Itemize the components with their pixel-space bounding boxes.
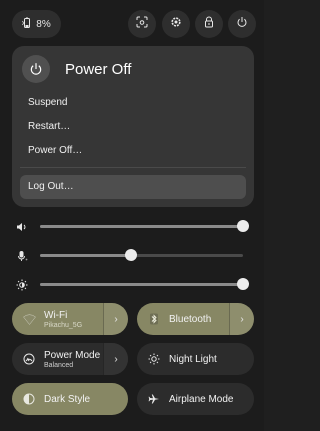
power-mode-menu-button[interactable]: › bbox=[103, 343, 128, 375]
battery-indicator[interactable]: 8% bbox=[12, 10, 61, 38]
bluetooth-toggle-main[interactable]: Bluetooth bbox=[137, 303, 229, 335]
dark-style-toggle-main[interactable]: Dark Style bbox=[12, 383, 128, 415]
settings-icon bbox=[170, 15, 182, 33]
power-mode-toggle-main[interactable]: Power Mode Balanced bbox=[12, 343, 103, 375]
power-mode-toggle[interactable]: Power Mode Balanced › bbox=[12, 343, 128, 375]
menu-item-restart[interactable]: Restart… bbox=[28, 121, 70, 132]
microphone-slider[interactable] bbox=[40, 249, 243, 261]
power-off-menu: Power Off Suspend Restart… Power Off… Lo… bbox=[12, 46, 254, 207]
bluetooth-icon bbox=[147, 312, 161, 326]
night-light-icon bbox=[147, 352, 161, 366]
airplane-mode-label: Airplane Mode bbox=[169, 393, 234, 405]
chevron-right-icon: › bbox=[114, 313, 118, 325]
wifi-toggle-main[interactable]: Wi-Fi Pikachu_5G bbox=[12, 303, 103, 335]
brightness-slider[interactable] bbox=[40, 278, 249, 290]
settings-button[interactable] bbox=[162, 10, 190, 38]
dark-style-label: Dark Style bbox=[44, 393, 91, 405]
wifi-label: Wi-Fi bbox=[44, 309, 68, 321]
menu-separator bbox=[20, 167, 246, 168]
airplane-mode-toggle-main[interactable]: Airplane Mode bbox=[137, 383, 254, 415]
power-mode-icon bbox=[22, 352, 36, 366]
wifi-network-name: Pikachu_5G bbox=[44, 321, 83, 329]
menu-item-suspend[interactable]: Suspend bbox=[28, 97, 67, 108]
power-mode-label: Power Mode bbox=[44, 349, 101, 361]
battery-icon bbox=[22, 17, 36, 32]
airplane-icon bbox=[147, 392, 161, 406]
bluetooth-label: Bluetooth bbox=[169, 313, 212, 325]
quick-settings-panel: 8% Power Off Suspend Restart… Power Off… bbox=[0, 0, 264, 431]
battery-percent: 8% bbox=[36, 18, 51, 30]
airplane-mode-toggle[interactable]: Airplane Mode bbox=[137, 383, 254, 415]
chevron-right-icon: › bbox=[240, 313, 244, 325]
screenshot-button[interactable] bbox=[128, 10, 156, 38]
volume-slider-fill bbox=[40, 225, 243, 228]
lock-icon bbox=[203, 15, 215, 33]
night-light-toggle[interactable]: Night Light bbox=[137, 343, 254, 375]
bluetooth-toggle[interactable]: Bluetooth › bbox=[137, 303, 254, 335]
power-button[interactable] bbox=[228, 10, 256, 38]
brightness-icon bbox=[16, 278, 28, 291]
power-menu-title: Power Off bbox=[65, 60, 132, 78]
power-mode-value: Balanced bbox=[44, 361, 74, 369]
bluetooth-menu-button[interactable]: › bbox=[229, 303, 254, 335]
night-light-toggle-main[interactable]: Night Light bbox=[137, 343, 254, 375]
power-menu-icon bbox=[22, 55, 50, 83]
volume-slider-knob[interactable] bbox=[237, 220, 249, 232]
wifi-menu-button[interactable]: › bbox=[103, 303, 128, 335]
night-light-label: Night Light bbox=[169, 353, 217, 365]
microphone-icon bbox=[16, 249, 28, 261]
screenshot-icon bbox=[136, 15, 148, 33]
speaker-icon bbox=[16, 220, 28, 232]
microphone-slider-knob[interactable] bbox=[125, 249, 138, 261]
lock-button[interactable] bbox=[195, 10, 223, 38]
menu-item-power-off[interactable]: Power Off… bbox=[28, 145, 82, 156]
brightness-slider-knob[interactable] bbox=[237, 278, 249, 290]
chevron-right-icon: › bbox=[114, 353, 118, 365]
wifi-icon bbox=[22, 312, 36, 326]
microphone-slider-fill bbox=[40, 254, 132, 257]
wifi-toggle[interactable]: Wi-Fi Pikachu_5G › bbox=[12, 303, 128, 335]
power-icon bbox=[236, 15, 248, 33]
volume-slider[interactable] bbox=[40, 220, 249, 232]
power-menu-header: Power Off bbox=[22, 55, 131, 83]
menu-item-log-out[interactable]: Log Out… bbox=[28, 181, 74, 192]
brightness-slider-fill bbox=[40, 283, 243, 286]
dark-style-toggle[interactable]: Dark Style bbox=[12, 383, 128, 415]
dark-style-icon bbox=[22, 392, 36, 406]
